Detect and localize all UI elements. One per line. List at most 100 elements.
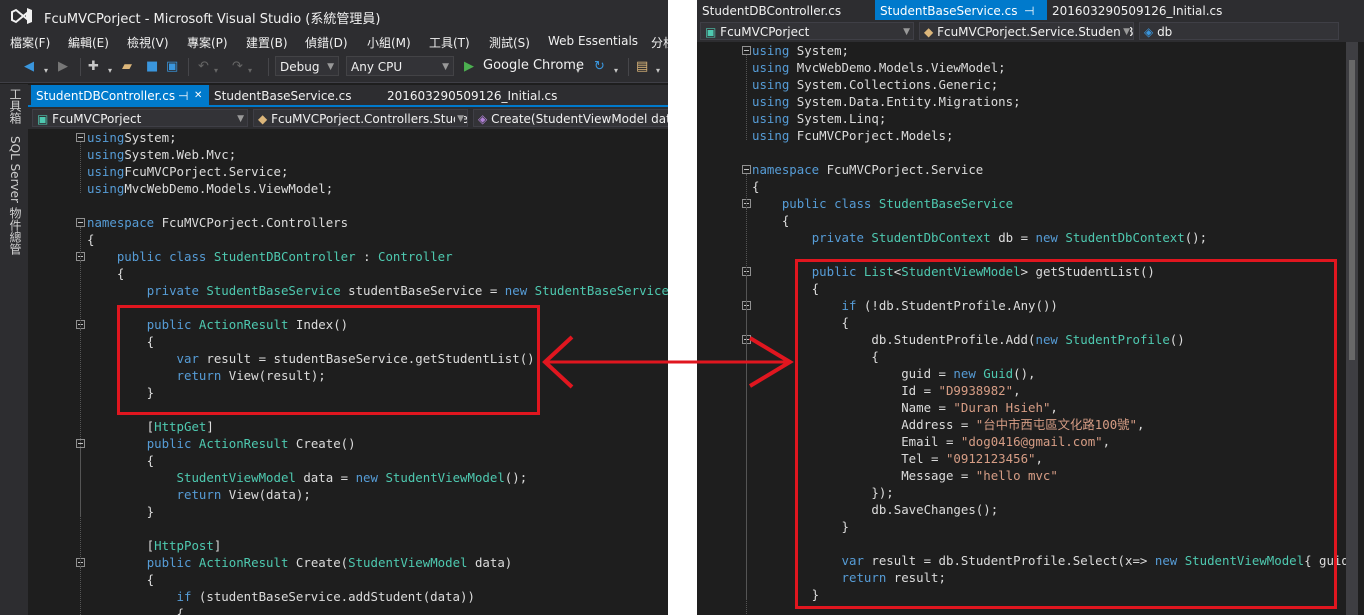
tab-initial-migration[interactable]: 201603290509126_Initial.cs	[1047, 0, 1247, 22]
redo-icon[interactable]: ↷	[232, 59, 243, 75]
menu-web-essentials[interactable]: Web Essentials	[548, 34, 638, 48]
run-target-label[interactable]: Google Chrome	[483, 58, 584, 74]
vertical-scrollbar[interactable]	[1346, 42, 1358, 615]
code-token: {	[87, 232, 95, 247]
code-line: public ActionResult Create()	[87, 435, 356, 452]
keyword-token: return	[176, 487, 222, 502]
code-line: private StudentBaseService studentBaseSe…	[87, 282, 668, 299]
keyword-token: using	[752, 111, 790, 126]
open-file-icon[interactable]: ▰	[122, 59, 132, 75]
collapse-region-icon[interactable]	[742, 46, 751, 55]
refresh-dropdown-icon[interactable]: ▾	[614, 63, 618, 79]
undo-icon[interactable]: ↶	[198, 59, 209, 75]
back-icon[interactable]: ◀	[24, 59, 34, 75]
sql-server-object-explorer-tab[interactable]: SQL Server 物件總管	[7, 136, 24, 255]
tab-student-db-controller[interactable]: StudentDBController.cs ⊣ ✕	[31, 85, 209, 107]
toolbar-overflow-icon[interactable]: ▾	[656, 63, 660, 79]
menu-team[interactable]: 小組(M)	[367, 34, 411, 51]
save-all-icon[interactable]: ▣	[166, 59, 178, 75]
code-token: FcuMVCPorject.Service;	[124, 164, 289, 179]
new-project-icon[interactable]: ✚	[88, 59, 99, 75]
run-target-dropdown-icon[interactable]: ▾	[576, 63, 580, 79]
menu-file[interactable]: 檔案(F)	[10, 34, 50, 51]
visual-studio-logo-icon	[11, 8, 32, 24]
code-line: public class StudentBaseService	[752, 195, 1013, 212]
code-token: studentBaseService =	[340, 283, 505, 298]
save-icon[interactable]: ■	[146, 59, 158, 75]
back-dropdown-icon[interactable]: ▾	[44, 63, 48, 79]
document-tab-bar: StudentDBController.cs ⊣ ✕ StudentBaseSe…	[28, 85, 668, 107]
toolbox-tab[interactable]: 工具箱	[7, 88, 24, 124]
solution-configuration-dropdown[interactable]: Debug ▼	[275, 56, 339, 76]
chevron-down-icon: ▼	[1121, 23, 1130, 39]
collapse-region-icon[interactable]	[742, 165, 751, 174]
field-icon: ◈	[1144, 25, 1154, 39]
tab-student-db-controller[interactable]: StudentDBController.cs	[697, 0, 875, 22]
code-token: FcuMVCPorject.Models;	[789, 128, 954, 143]
new-dropdown-icon[interactable]: ▾	[108, 63, 112, 79]
type-token: Controller	[378, 249, 453, 264]
code-token: System;	[789, 43, 849, 58]
csharp-project-icon: ▣	[705, 25, 717, 39]
browser-link-icon[interactable]: ▤	[636, 59, 648, 75]
menu-analyze[interactable]: 分析	[651, 34, 668, 51]
scrollbar-thumb[interactable]	[1349, 60, 1355, 360]
menu-edit[interactable]: 編輯(E)	[68, 34, 109, 51]
pin-icon[interactable]: ⊣	[1024, 0, 1034, 22]
code-line: namespace FcuMVCPorject.Controllers	[87, 214, 348, 231]
menu-tools[interactable]: 工具(T)	[429, 34, 470, 51]
collapse-region-icon[interactable]	[76, 133, 85, 142]
start-debugging-icon[interactable]: ▶	[464, 59, 474, 75]
close-icon[interactable]: ✕	[194, 85, 202, 107]
code-line: {	[752, 212, 789, 229]
redo-dropdown-icon[interactable]: ▾	[248, 63, 252, 79]
collapse-region-icon[interactable]	[76, 218, 85, 227]
type-token: StudentDbContext	[871, 230, 991, 245]
type-token: HttpGet	[154, 419, 207, 434]
tab-student-base-service[interactable]: StudentBaseService.cs	[209, 85, 381, 107]
forward-icon[interactable]: ▶	[58, 59, 68, 75]
code-line: {	[752, 178, 759, 195]
code-token: {	[87, 266, 125, 281]
project-dropdown[interactable]: ▣ FcuMVCPorject ▼	[700, 22, 914, 40]
type-token: StudentBaseService	[534, 283, 668, 298]
code-token: ]	[206, 419, 214, 434]
csharp-project-icon: ▣	[37, 112, 49, 126]
tab-initial-migration[interactable]: 201603290509126_Initial.cs	[382, 85, 582, 107]
type-token: StudentViewModel	[385, 470, 505, 485]
menu-test[interactable]: 測試(S)	[489, 34, 530, 51]
chevron-down-icon: ▼	[235, 110, 244, 126]
code-token: ();	[1184, 230, 1208, 245]
member-dropdown[interactable]: ◈ db	[1139, 22, 1339, 40]
keyword-token: using	[87, 164, 125, 179]
method-icon: ◈	[478, 112, 488, 126]
code-line: StudentViewModel data = new StudentViewM…	[87, 469, 528, 486]
project-dropdown[interactable]: ▣ FcuMVCPorject ▼	[32, 109, 248, 127]
class-dropdown[interactable]: ◆ FcuMVCPorject.Controllers.Stude ▼	[253, 109, 468, 127]
menu-view[interactable]: 檢視(V)	[127, 34, 169, 51]
code-line: }	[87, 503, 154, 520]
pin-icon[interactable]: ⊣	[178, 85, 188, 107]
chevron-down-icon: ▼	[901, 23, 910, 39]
navigation-bar: ▣ FcuMVCPorject ▼ ◆ FcuMVCPorject.Service…	[697, 20, 1364, 42]
menu-build[interactable]: 建置(B)	[246, 34, 288, 51]
platform-dropdown[interactable]: Any CPU ▼	[346, 56, 454, 76]
menu-debug[interactable]: 偵錯(D)	[305, 34, 348, 51]
undo-dropdown-icon[interactable]: ▾	[214, 63, 218, 79]
outline-guide	[746, 344, 748, 497]
class-dropdown[interactable]: ◆ FcuMVCPorject.Service.StudentB ▼	[919, 22, 1134, 40]
keyword-token: public	[116, 249, 162, 264]
refresh-icon[interactable]: ↻	[594, 59, 605, 75]
menu-project[interactable]: 專案(P)	[187, 34, 228, 51]
document-tab-bar: StudentDBController.cs StudentBaseServic…	[697, 0, 1364, 22]
code-token: {	[87, 572, 155, 587]
tab-student-base-service[interactable]: StudentBaseService.cs ⊣	[875, 0, 1047, 22]
code-line: [HttpGet]	[87, 418, 214, 435]
class-value: FcuMVCPorject.Controllers.Stude	[271, 112, 468, 126]
class-icon: ◆	[258, 112, 268, 126]
member-dropdown[interactable]: ◈ Create(StudentViewModel data	[473, 109, 668, 127]
